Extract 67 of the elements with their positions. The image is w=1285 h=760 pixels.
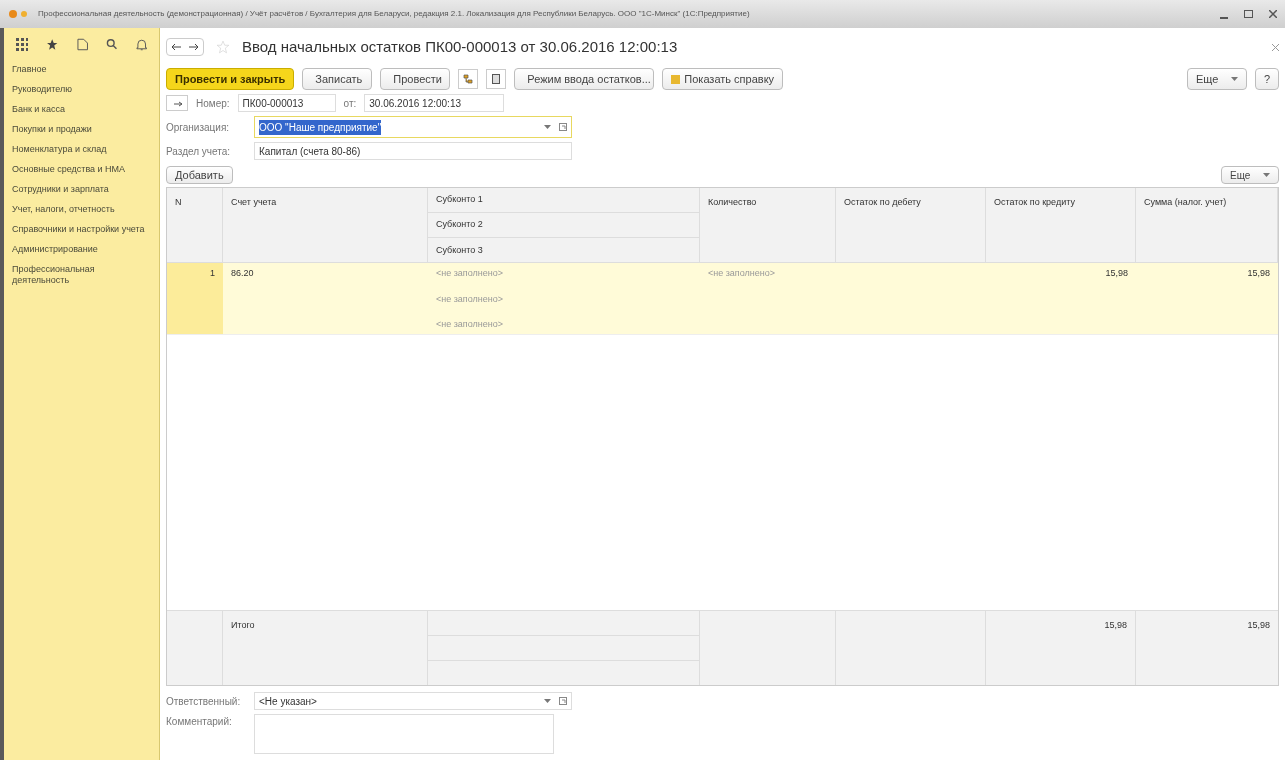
open-icon[interactable]	[559, 697, 567, 705]
grid-menu-icon[interactable]	[16, 37, 29, 51]
back-arrow-icon[interactable]	[171, 43, 181, 51]
post-and-close-button[interactable]: Провести и закрыть	[166, 68, 295, 90]
help-button[interactable]: ?	[1254, 68, 1279, 90]
star-outline-icon[interactable]	[216, 40, 230, 54]
show-help-button[interactable]: Показать справку	[662, 68, 784, 90]
document-title: Ввод начальных остатков ПК00-000013 от 30.06.2016 12:00:13	[242, 36, 678, 57]
total-value: 15,98	[1247, 620, 1270, 630]
bell-icon[interactable]	[135, 37, 147, 51]
organization-label: Организация:	[166, 120, 231, 135]
caret-icon[interactable]	[544, 699, 551, 703]
maximize-icon[interactable]	[1244, 10, 1253, 18]
column-header: Субконто 2	[428, 213, 699, 238]
responsible-label: Ответственный:	[166, 694, 242, 709]
close-icon[interactable]	[1272, 43, 1279, 51]
save-button[interactable]: Записать	[302, 68, 373, 90]
table-cell-text: <не заполнено>	[436, 267, 504, 280]
section-field[interactable]: Капитал (счета 80-86)	[254, 142, 572, 160]
post-button[interactable]: Провести	[380, 68, 451, 90]
organization-field[interactable]: ООО "Наше предприятие"	[254, 116, 572, 138]
total-label: Итого	[231, 620, 255, 630]
caret-icon[interactable]	[1263, 173, 1270, 177]
table-row[interactable]: 1 86.20 <не заполнено> <не заполнено> <не заполнено> <не заполнено> 15,98 15,98	[167, 263, 1278, 335]
search-icon[interactable]	[106, 38, 118, 50]
sidebar-item[interactable]: Администрирование	[12, 244, 152, 255]
sidebar-item[interactable]: Номенклатура и склад	[12, 144, 152, 155]
column-header: Субконто 3	[435, 243, 484, 257]
app-logo-icon	[8, 9, 30, 19]
table-more-button[interactable]: Еще	[1221, 166, 1279, 184]
number-label: Номер:	[196, 96, 230, 111]
sidebar-item[interactable]: Руководителю	[12, 84, 152, 95]
comment-field[interactable]	[254, 714, 554, 754]
sidebar-item[interactable]: Учет, налоги, отчетность	[12, 204, 152, 215]
table-cell: 15,98	[1105, 268, 1128, 278]
section-label: Раздел учета:	[166, 144, 232, 159]
sidebar-item[interactable]: Основные средства и НМА	[12, 164, 152, 175]
total-value: 15,98	[1104, 620, 1127, 630]
balance-mode-button[interactable]: Режим ввода остатков...	[514, 68, 655, 90]
sidebar-item[interactable]: Банк и касса	[12, 104, 152, 115]
more-button[interactable]: Еще	[1186, 68, 1247, 90]
responsible-field[interactable]: <Не указан>	[254, 692, 572, 710]
date-field[interactable]: 30.06.2016 12:00:13	[364, 94, 505, 112]
sidebar-item[interactable]: Сотрудники и зарплата	[12, 184, 152, 195]
star-icon[interactable]	[46, 37, 59, 51]
forward-arrow-icon[interactable]	[189, 43, 199, 51]
add-button[interactable]: Добавить	[166, 166, 233, 184]
window-title: Профессиональная деятельность (демонстрационная) / Учёт расчётов / Бухгалтерия для Беларуси, редакция 2.1. Локализация для Республики Беларусь. ООО "1С-Минск" (1С:Предприятие)	[38, 8, 750, 20]
table-cell: 15,98	[1247, 268, 1270, 278]
open-icon[interactable]	[559, 123, 567, 131]
table-cell: 86.20	[231, 268, 254, 278]
caret-icon[interactable]	[544, 125, 551, 129]
table-cell-text: <не заполнено>	[436, 318, 504, 331]
comment-label: Комментарий:	[166, 715, 233, 729]
structure-icon[interactable]	[458, 69, 479, 89]
sidebar-item[interactable]: Главное	[12, 64, 152, 75]
sidebar-item[interactable]: Справочники и настройки учета	[12, 224, 152, 235]
date-label: от:	[343, 96, 357, 111]
sidebar-item[interactable]: Профессиональная деятельность	[12, 264, 152, 286]
table-cell: <не заполнено>	[708, 268, 775, 278]
number-field[interactable]: ПК00-000013	[237, 94, 336, 112]
column-header: Субконто 1	[428, 188, 699, 213]
close-icon[interactable]	[1269, 10, 1277, 18]
table-cell-text: 1	[210, 267, 215, 280]
caret-icon[interactable]	[1230, 77, 1238, 81]
sidebar-item[interactable]: Покупки и продажи	[12, 124, 152, 135]
table-cell-text: <не заполнено>	[436, 292, 504, 306]
